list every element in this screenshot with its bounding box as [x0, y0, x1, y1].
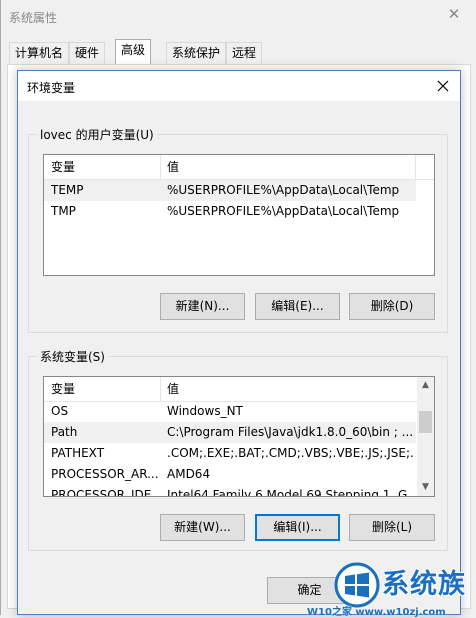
table-row[interactable]: PATHEXT .COM;.EXE;.BAT;.CMD;.VBS;.VBE;.J… — [44, 443, 416, 464]
table-row[interactable]: PROCESSOR_IDE... Intel64 Family 6 Model … — [44, 485, 416, 497]
watermark-url: W10之家 www.w10zj.com — [307, 607, 446, 618]
user-delete-button[interactable]: 删除(D) — [349, 293, 435, 320]
tab-remote[interactable]: 远程 — [226, 42, 263, 64]
system-delete-button[interactable]: 删除(L) — [349, 514, 435, 541]
dialog-titlebar: 环境变量 — [18, 71, 460, 101]
environment-variables-dialog: 环境变量 lovec 的用户变量(U) 变量 值 TEMP %USERPROFI… — [17, 70, 461, 615]
scrollbar-thumb[interactable] — [419, 411, 432, 433]
vertical-scrollbar[interactable]: ▲ ▼ — [417, 377, 434, 496]
tab-system-protection[interactable]: 系统保护 — [166, 42, 227, 64]
list-header: 变量 值 — [44, 377, 434, 402]
table-row[interactable]: TEMP %USERPROFILE%\AppData\Local\Temp — [44, 180, 416, 201]
variable-name: OS — [51, 404, 69, 418]
table-row[interactable]: TMP %USERPROFILE%\AppData\Local\Temp — [44, 201, 416, 222]
system-properties-title: 系统属性 — [9, 11, 58, 25]
variable-name: PATHEXT — [51, 446, 105, 460]
list-header: 变量 值 — [44, 155, 434, 180]
system-edit-button[interactable]: 编辑(I)... — [255, 514, 340, 541]
column-header-value[interactable]: 值 — [161, 155, 421, 179]
user-variables-list[interactable]: 变量 值 TEMP %USERPROFILE%\AppData\Local\Te… — [43, 154, 435, 276]
scroll-up-icon[interactable]: ▲ — [417, 377, 434, 394]
variable-value: .COM;.EXE;.BAT;.CMD;.VBS;.VBE;.JS;.JSE;.… — [167, 446, 414, 460]
system-new-button[interactable]: 新建(W)... — [160, 514, 245, 541]
table-row[interactable]: OS Windows_NT — [44, 401, 416, 422]
system-variables-list[interactable]: 变量 值 OS Windows_NT Path C:\Program Files… — [43, 376, 435, 497]
variable-name: PROCESSOR_AR... — [51, 467, 159, 481]
dialog-close-icon[interactable] — [430, 74, 456, 98]
windows-logo-icon — [334, 562, 380, 608]
variable-value: C:\Program Files\Java\jdk1.8.0_60\bin ; … — [167, 425, 414, 439]
variable-value: AMD64 — [167, 467, 211, 481]
tab-advanced[interactable]: 高级 — [115, 39, 152, 65]
variable-name: PROCESSOR_IDE... — [51, 488, 161, 497]
variable-value: %USERPROFILE%\AppData\Local\Temp — [167, 183, 400, 197]
watermark: 系统族 W10之家 www.w10zj.com — [307, 560, 476, 618]
tab-hardware[interactable]: 硬件 — [69, 42, 106, 64]
system-variables-label: 系统变量(S) — [37, 348, 108, 365]
variable-name: TEMP — [51, 183, 84, 197]
table-row[interactable]: Path C:\Program Files\Java\jdk1.8.0_60\b… — [44, 422, 416, 443]
watermark-brand: 系统族 — [382, 569, 466, 600]
column-divider[interactable] — [415, 155, 416, 179]
system-properties-close-icon[interactable]: ✕ — [442, 4, 466, 24]
user-edit-button[interactable]: 编辑(E)... — [255, 293, 340, 320]
variable-value: Intel64 Family 6 Model 69 Stepping 1, G.… — [167, 488, 414, 497]
user-new-button[interactable]: 新建(N)... — [160, 293, 245, 320]
table-row[interactable]: PROCESSOR_AR... AMD64 — [44, 464, 416, 485]
variable-name: TMP — [51, 204, 76, 218]
user-variables-label: lovec 的用户变量(U) — [37, 126, 157, 143]
variable-value: Windows_NT — [167, 404, 243, 418]
column-header-variable[interactable]: 变量 — [45, 377, 160, 401]
scroll-down-icon[interactable]: ▼ — [417, 479, 434, 496]
dialog-title: 环境变量 — [27, 81, 76, 95]
column-header-variable[interactable]: 变量 — [45, 155, 160, 179]
tab-computer-name[interactable]: 计算机名 — [9, 42, 70, 64]
variable-value: %USERPROFILE%\AppData\Local\Temp — [167, 204, 400, 218]
variable-name: Path — [51, 425, 78, 439]
column-header-value[interactable]: 值 — [161, 377, 411, 401]
